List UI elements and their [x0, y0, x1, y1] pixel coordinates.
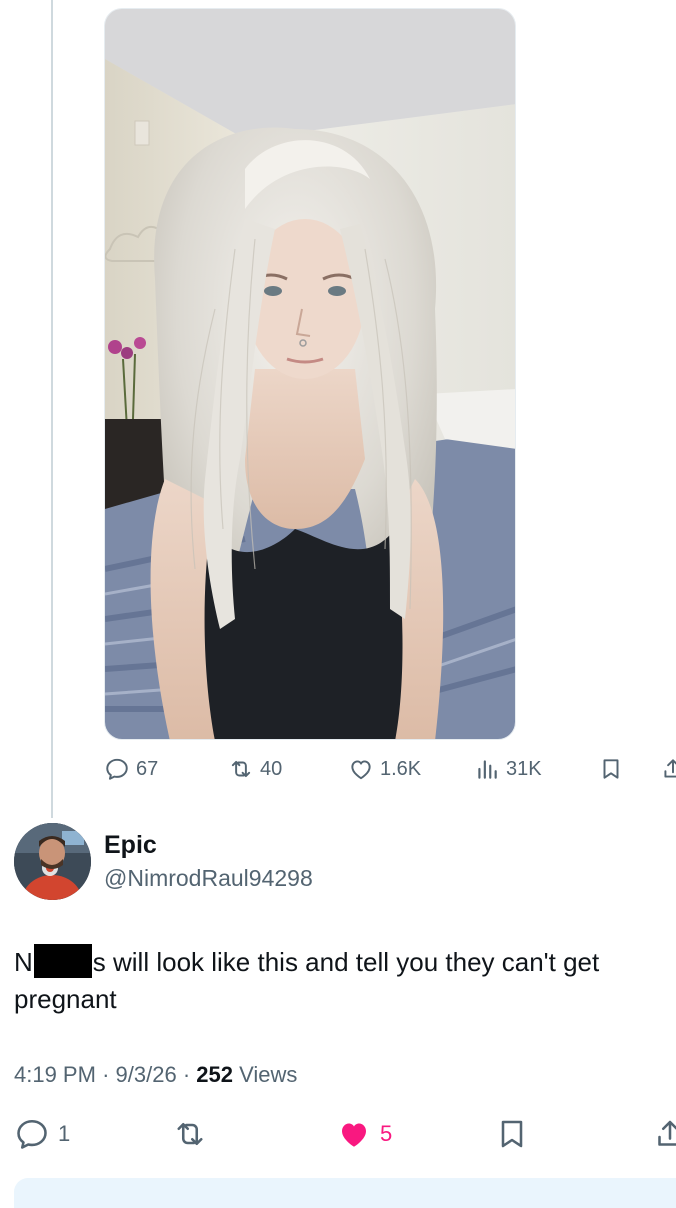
avatar[interactable]: [14, 823, 91, 900]
share-icon: [660, 756, 676, 782]
author-display-name[interactable]: Epic: [104, 831, 157, 860]
views-button[interactable]: 31K: [474, 752, 542, 786]
tweet-text: Ns will look like this and tell you they…: [14, 944, 664, 1018]
like-icon: [348, 756, 374, 782]
meta-separator: ·: [182, 1062, 191, 1087]
views-count-value: 252: [196, 1062, 233, 1087]
bookmark-button[interactable]: [494, 1112, 538, 1156]
parent-tweet-action-bar: 67 40 1.6K 31K: [0, 752, 676, 786]
share-button[interactable]: [652, 1112, 676, 1156]
reply-composer-strip[interactable]: [14, 1178, 676, 1208]
tweet-text-suffix: s will look like this and tell you they …: [14, 947, 600, 1014]
bookmark-icon: [494, 1116, 530, 1152]
repost-icon: [172, 1116, 208, 1152]
reply-count: 67: [136, 757, 159, 780]
bookmark-button[interactable]: [598, 752, 630, 786]
tweet-time[interactable]: 4:19 PM: [14, 1062, 96, 1087]
tweet-action-bar: 1 5: [0, 1112, 676, 1156]
reply-count: 1: [58, 1121, 71, 1146]
tweet-date[interactable]: 9/3/26: [116, 1062, 177, 1087]
repost-button[interactable]: 40: [228, 752, 282, 786]
share-icon: [652, 1116, 676, 1152]
tweet-author-header: Epic @NimrodRaul94298: [14, 823, 654, 903]
like-button[interactable]: 1.6K: [348, 752, 421, 786]
tweet-meta: 4:19 PM · 9/3/26 · 252 Views: [14, 1062, 297, 1088]
views-icon: [474, 756, 500, 782]
reply-icon: [14, 1116, 50, 1152]
reply-button[interactable]: 1: [14, 1112, 70, 1156]
tweet-media-photo[interactable]: [104, 8, 516, 740]
tweet-text-prefix: N: [14, 947, 33, 977]
author-handle[interactable]: @NimrodRaul94298: [104, 865, 313, 892]
views-count: 31K: [506, 757, 542, 780]
thread-connector-line: [51, 0, 53, 818]
repost-button[interactable]: [172, 1112, 216, 1156]
meta-separator: ·: [102, 1062, 110, 1087]
like-count: 5: [380, 1121, 393, 1146]
share-button[interactable]: [660, 752, 676, 786]
like-icon-filled: [336, 1116, 372, 1152]
repost-icon: [228, 756, 254, 782]
reply-icon: [104, 756, 130, 782]
views-label: Views: [239, 1062, 298, 1087]
like-count: 1.6K: [380, 757, 422, 780]
redaction-bar: [33, 944, 92, 978]
repost-count: 40: [260, 757, 283, 780]
bookmark-icon: [598, 756, 624, 782]
like-button-active[interactable]: 5: [336, 1112, 392, 1156]
reply-button[interactable]: 67: [104, 752, 158, 786]
